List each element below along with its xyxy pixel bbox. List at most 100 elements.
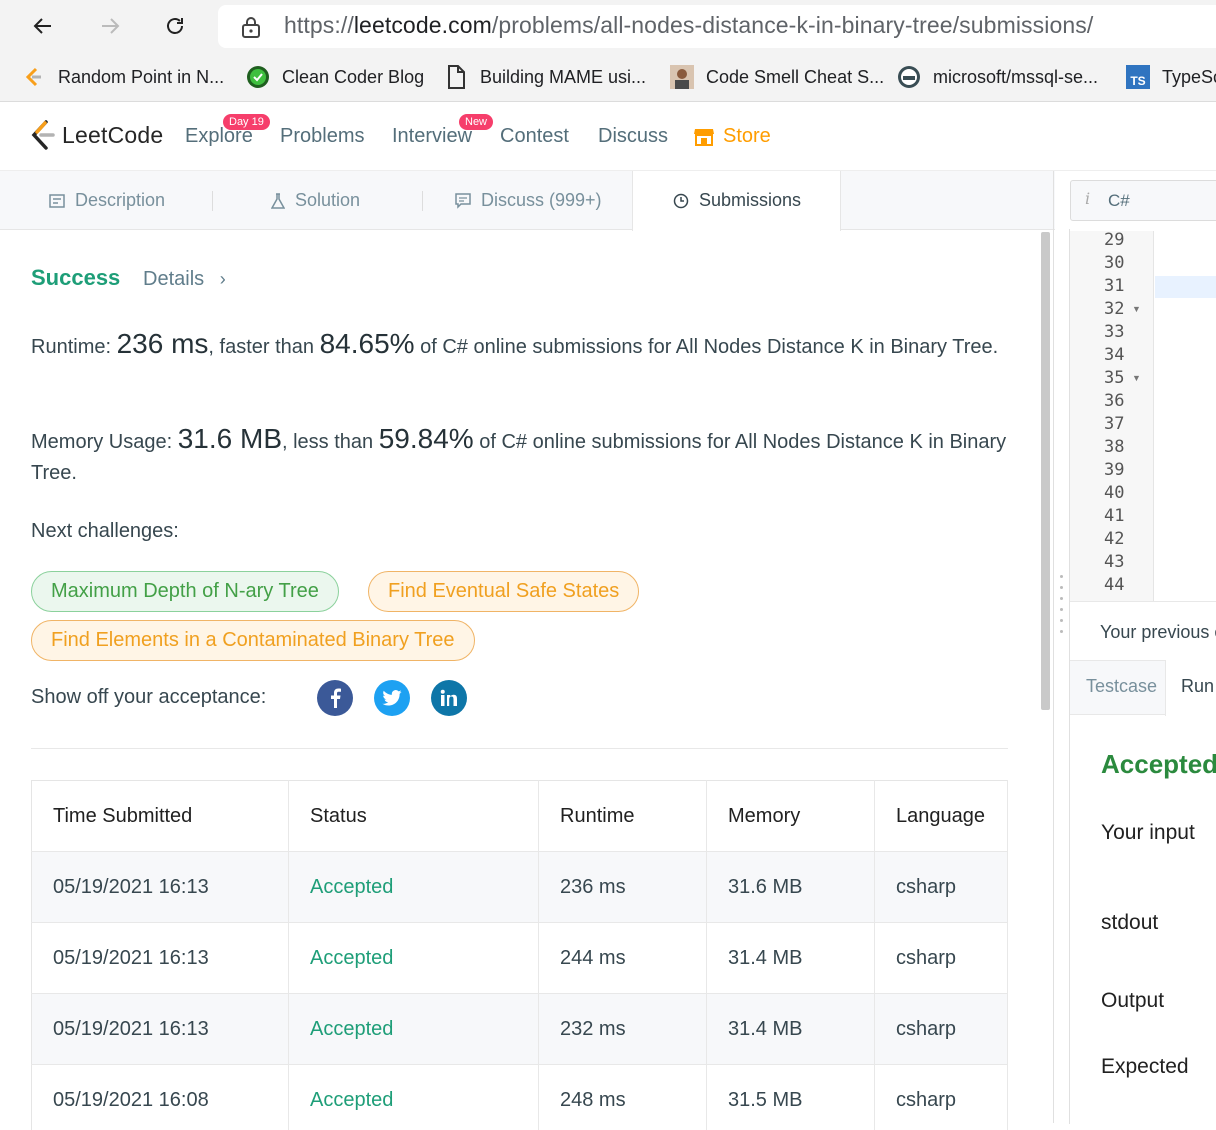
forward-button[interactable] bbox=[92, 8, 128, 44]
cell-memory: 31.5 MB bbox=[706, 1064, 875, 1130]
browser-toolbar: https://leetcode.com/problems/all-nodes-… bbox=[0, 0, 1216, 52]
memory-mid: , less than bbox=[282, 431, 379, 453]
line-number: 42 bbox=[1104, 529, 1125, 549]
result-status: Success bbox=[31, 265, 121, 290]
nav-interview[interactable]: Interview bbox=[392, 125, 472, 148]
nav-contest[interactable]: Contest bbox=[500, 125, 569, 148]
cell-runtime: 244 ms bbox=[538, 922, 707, 994]
line-number: 36 bbox=[1104, 391, 1125, 411]
your-input-label: Your input bbox=[1101, 821, 1195, 844]
left-panel-scrollbar[interactable] bbox=[1041, 232, 1050, 710]
cell-status-link[interactable]: Accepted bbox=[288, 851, 539, 923]
details-link[interactable]: Details › bbox=[143, 268, 226, 291]
table-row: 05/19/2021 16:13 Accepted 236 ms 31.6 MB… bbox=[31, 851, 1008, 923]
forward-arrow-icon bbox=[102, 18, 120, 34]
store-label: Store bbox=[723, 125, 771, 147]
bookmark-label: TypeSc bbox=[1162, 66, 1216, 87]
bookmark-item[interactable]: microsoft/mssql-se... bbox=[897, 62, 1098, 92]
line-number: 35 bbox=[1104, 368, 1125, 388]
tab-discuss[interactable]: Discuss (999+) bbox=[455, 171, 602, 230]
bookmark-item[interactable]: TS TypeSc bbox=[1126, 62, 1216, 92]
expected-label: Expected bbox=[1101, 1055, 1189, 1078]
nav-problems[interactable]: Problems bbox=[280, 125, 364, 148]
tab-separator bbox=[422, 191, 423, 211]
tab-submissions-label-wrap: Submissions bbox=[673, 171, 801, 230]
language-select[interactable]: i C# bbox=[1070, 180, 1216, 221]
url-path: /problems/all-nodes-distance-k-in-binary… bbox=[491, 12, 1094, 38]
language-value: C# bbox=[1108, 191, 1130, 210]
bookmark-label: microsoft/mssql-se... bbox=[933, 66, 1099, 87]
clock-icon bbox=[673, 193, 689, 208]
resize-handle[interactable] bbox=[1060, 575, 1064, 641]
twitter-icon[interactable] bbox=[374, 680, 410, 716]
challenge-chip[interactable]: Find Elements in a Contaminated Binary T… bbox=[31, 620, 475, 661]
line-number: 32 bbox=[1104, 299, 1125, 319]
cell-language: csharp bbox=[874, 922, 1008, 994]
table-row: 05/19/2021 16:13 Accepted 232 ms 31.4 MB… bbox=[31, 993, 1008, 1065]
url-text: https://leetcode.com/problems/all-nodes-… bbox=[284, 12, 1093, 39]
reload-icon bbox=[167, 18, 183, 34]
cell-language: csharp bbox=[874, 851, 1008, 923]
back-button[interactable] bbox=[25, 8, 61, 44]
tab-solution[interactable]: Solution bbox=[271, 171, 360, 230]
bookmark-item[interactable]: Building MAME usi... bbox=[444, 62, 646, 92]
flask-icon bbox=[271, 192, 285, 209]
tab-submissions-label: Submissions bbox=[699, 190, 802, 210]
site-header: LeetCode Day 19 Explore Problems New Int… bbox=[0, 103, 1216, 171]
cell-status-link[interactable]: Accepted bbox=[288, 1064, 539, 1130]
memory-percentile: 59.84% bbox=[378, 423, 474, 454]
col-memory[interactable]: Memory bbox=[706, 780, 875, 852]
challenge-chip[interactable]: Maximum Depth of N-ary Tree bbox=[31, 571, 339, 612]
line-number: 37 bbox=[1104, 414, 1125, 434]
linkedin-icon[interactable] bbox=[431, 680, 467, 716]
bookmark-item[interactable]: Random Point in N... bbox=[22, 62, 224, 92]
cell-memory: 31.4 MB bbox=[706, 922, 875, 994]
runtime-stat: Runtime: 236 ms, faster than 84.65% of C… bbox=[31, 328, 1021, 363]
cell-time: 05/19/2021 16:08 bbox=[31, 1064, 289, 1130]
cell-runtime: 236 ms bbox=[538, 851, 707, 923]
submissions-table: Time Submitted Status Runtime Memory Lan… bbox=[31, 780, 1008, 1130]
avatar-icon bbox=[670, 65, 694, 89]
next-challenges-label: Next challenges: bbox=[31, 520, 179, 542]
cell-language: csharp bbox=[874, 1064, 1008, 1130]
bookmark-item[interactable]: Clean Coder Blog bbox=[246, 62, 424, 92]
fold-arrow-icon[interactable]: ▼ bbox=[1132, 373, 1141, 383]
nav-discuss[interactable]: Discuss bbox=[598, 125, 668, 148]
bookmark-label: Random Point in N... bbox=[58, 66, 225, 87]
line-number: 29 bbox=[1104, 230, 1125, 250]
bookmarks-bar: Random Point in N... Clean Coder Blog Bu… bbox=[0, 52, 1216, 102]
nav-explore[interactable]: Explore bbox=[185, 125, 253, 148]
reload-button[interactable] bbox=[157, 8, 193, 44]
line-number: 34 bbox=[1104, 345, 1125, 365]
chevron-right-icon: › bbox=[219, 269, 226, 289]
fold-arrow-icon[interactable]: ▼ bbox=[1132, 304, 1141, 314]
nav-store[interactable]: Store bbox=[693, 125, 771, 148]
challenge-chip[interactable]: Find Eventual Safe States bbox=[368, 571, 640, 612]
bookmark-label: Clean Coder Blog bbox=[282, 66, 425, 87]
address-bar[interactable]: https://leetcode.com/problems/all-nodes-… bbox=[218, 5, 1216, 48]
col-status[interactable]: Status bbox=[288, 780, 539, 852]
table-row: 05/19/2021 16:08 Accepted 248 ms 31.5 MB… bbox=[31, 1064, 1008, 1130]
facebook-icon[interactable] bbox=[317, 680, 353, 716]
line-number: 30 bbox=[1104, 253, 1125, 273]
section-divider bbox=[31, 748, 1008, 749]
tab-discuss-label: Discuss (999+) bbox=[481, 190, 602, 210]
cell-status-link[interactable]: Accepted bbox=[288, 993, 539, 1065]
cell-runtime: 248 ms bbox=[538, 1064, 707, 1130]
col-time-submitted[interactable]: Time Submitted bbox=[31, 780, 289, 852]
details-label: Details bbox=[143, 268, 205, 290]
line-number: 39 bbox=[1104, 460, 1125, 480]
tab-description[interactable]: Description bbox=[49, 171, 165, 230]
memory-value: 31.6 MB bbox=[177, 423, 282, 454]
col-runtime[interactable]: Runtime bbox=[538, 780, 707, 852]
cell-status-link[interactable]: Accepted bbox=[288, 922, 539, 994]
leetcode-logo[interactable]: LeetCode bbox=[30, 119, 163, 151]
memory-label: Memory Usage: bbox=[31, 431, 178, 453]
line-number: 41 bbox=[1104, 506, 1125, 526]
col-language[interactable]: Language bbox=[874, 780, 1008, 852]
bookmark-item[interactable]: Code Smell Cheat S... bbox=[670, 62, 884, 92]
active-line-highlight bbox=[1155, 276, 1216, 298]
tab-testcase[interactable]: Testcase bbox=[1086, 676, 1157, 697]
share-label: Show off your acceptance: bbox=[31, 686, 267, 708]
runtime-value: 236 ms bbox=[116, 328, 209, 359]
